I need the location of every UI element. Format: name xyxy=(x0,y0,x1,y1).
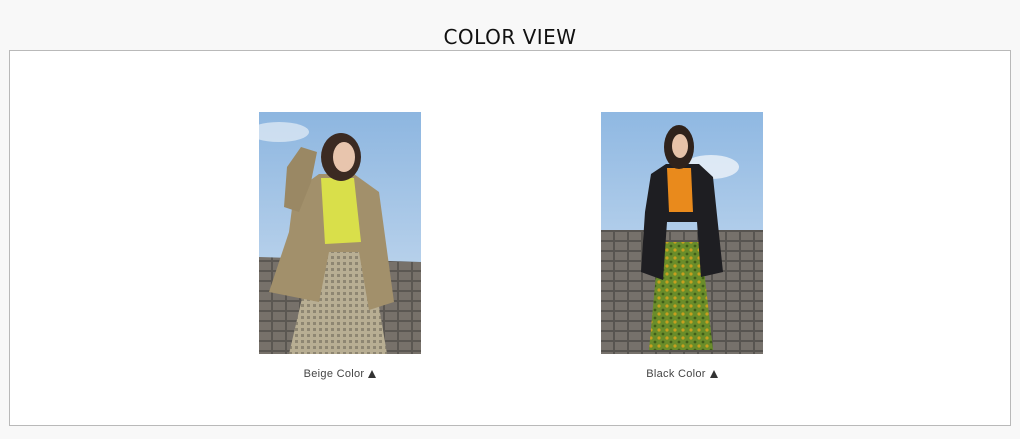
page-title: COLOR VIEW xyxy=(443,25,577,50)
triangle-up-icon xyxy=(368,370,377,378)
beige-color-caption[interactable]: Beige Color xyxy=(259,368,421,380)
beige-color-label: Beige Color xyxy=(303,368,365,380)
black-color-caption[interactable]: Black Color xyxy=(601,368,763,380)
color-variant-beige: Beige Color xyxy=(259,112,421,380)
black-color-label: Black Color xyxy=(646,368,706,380)
color-variant-black: Black Color xyxy=(601,112,763,380)
black-color-photo xyxy=(601,112,763,354)
color-view-panel: Beige Color Black Color xyxy=(9,50,1011,426)
beige-color-photo xyxy=(259,112,421,354)
triangle-up-icon xyxy=(709,370,718,378)
